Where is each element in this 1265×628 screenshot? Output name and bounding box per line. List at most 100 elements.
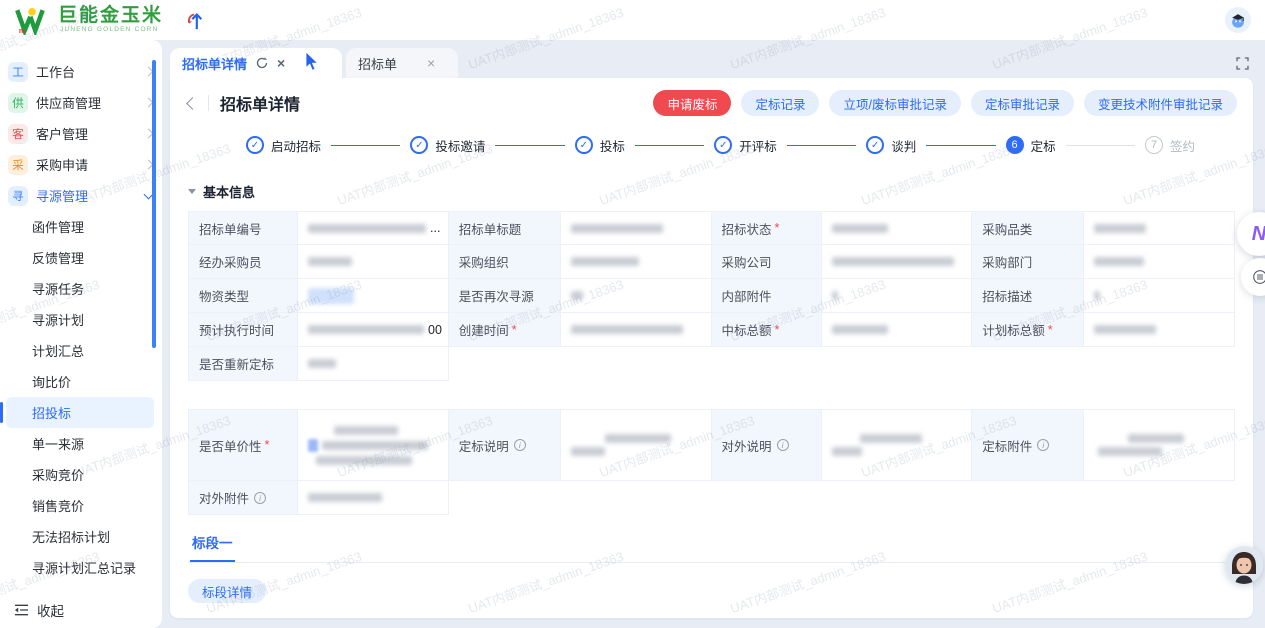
field-value-redacted [832, 222, 962, 235]
sidebar-item-单一来源[interactable]: 单一来源 [0, 428, 162, 459]
field-label: 招标单编号 [188, 211, 298, 245]
section-title: 定标明细-按行授标 [203, 615, 311, 618]
action-button-立项/废标审批记录[interactable]: 立项/废标审批记录 [829, 90, 960, 116]
field-label: 招标单标题 [449, 211, 561, 245]
sidebar-group-label: 寻源管理 [36, 186, 88, 205]
step-label: 定标 [1031, 136, 1056, 155]
value-line [832, 434, 962, 443]
sidebar-item-label: 单一来源 [32, 434, 84, 453]
field-value [1084, 409, 1235, 481]
fullscreen-icon[interactable] [1236, 57, 1249, 70]
required-asterisk: * [775, 323, 780, 337]
menu-badge-icon: 采 [8, 155, 28, 175]
tab-label: 招标单详情 [182, 54, 247, 73]
field-label-text: 招标状态 [722, 219, 772, 238]
sidebar-item-询比价[interactable]: 询比价 [0, 366, 162, 397]
sidebar-item-销售竞价[interactable]: 销售竞价 [0, 490, 162, 521]
redacted-blob [1128, 434, 1184, 443]
help-mascot-icon[interactable] [1225, 7, 1251, 33]
info-icon[interactable]: i [777, 439, 789, 451]
step-签约: 7签约 [1145, 136, 1195, 155]
field-value-redacted [832, 432, 962, 458]
award-detail-section-header[interactable]: 定标明细-按行授标 [188, 615, 1217, 618]
sidebar-item-寻源计划[interactable]: 寻源计划 [0, 304, 162, 335]
back-icon[interactable] [186, 97, 199, 110]
sidebar-item-招投标[interactable]: 招投标 [6, 397, 154, 428]
basic-info-section-header[interactable]: 基本信息 [188, 182, 1235, 201]
sidebar-group-客户管理[interactable]: 客客户管理 [0, 118, 162, 149]
user-avatar[interactable] [1225, 546, 1263, 584]
field-value-redacted [308, 424, 438, 467]
empty-cell [449, 481, 1235, 515]
sidebar-group-采购申请[interactable]: 采采购申请 [0, 149, 162, 180]
step-connector [331, 145, 400, 146]
redacted-blob [832, 257, 954, 266]
action-button-申请废标[interactable]: 申请废标 [653, 90, 731, 116]
sidebar-item-函件管理[interactable]: 函件管理 [0, 211, 162, 242]
sidebar-item-反馈管理[interactable]: 反馈管理 [0, 242, 162, 273]
detail-card: 招标单详情 申请废标定标记录立项/废标审批记录定标审批记录变更技术附件审批记录 … [170, 78, 1253, 618]
field-value-redacted [1094, 289, 1224, 302]
field-value-redacted [832, 323, 962, 336]
info-icon[interactable]: i [514, 439, 526, 451]
field-value-redacted [308, 255, 438, 268]
info-icon[interactable]: i [1037, 439, 1049, 451]
tab-招标单[interactable]: 招标单 × [346, 48, 458, 78]
field-value-redacted [571, 323, 701, 336]
field-label-text: 中标总额 [722, 320, 772, 339]
nav-arrow-icon[interactable] [185, 7, 205, 33]
value-line [308, 288, 438, 304]
sidebar-item-寻源计划汇总记录[interactable]: 寻源计划汇总记录 [0, 552, 162, 583]
sidebar-group-寻源管理[interactable]: 寻寻源管理 [0, 180, 162, 211]
page-title: 招标单详情 [220, 91, 300, 115]
lot-detail-button[interactable]: 标段详情 [188, 579, 266, 603]
step-label: 签约 [1170, 136, 1195, 155]
sidebar-group-工作台[interactable]: 工工作台 [0, 56, 162, 87]
redacted-blob [605, 434, 671, 443]
redacted-blob [316, 456, 412, 465]
step-定标: 6定标 [1006, 136, 1056, 155]
sidebar-scrollbar[interactable] [152, 60, 156, 348]
logo-subtitle: JUNENG GOLDEN CORN [58, 27, 163, 34]
sidebar-item-label: 寻源计划汇总记录 [32, 558, 136, 577]
redacted-blob [1098, 447, 1162, 456]
field-value-redacted [1094, 222, 1224, 235]
redacted-blob [860, 434, 922, 443]
menu-badge-icon: 工 [8, 62, 28, 82]
value-line [308, 257, 438, 266]
step-开评标: ✓开评标 [714, 136, 777, 155]
redacted-blob [308, 359, 336, 368]
tab-招标单详情[interactable]: 招标单详情 × [170, 48, 342, 78]
lot-tab[interactable]: 标段一 [190, 527, 235, 562]
field-label: 是否单价性* [188, 409, 298, 481]
value-line [571, 325, 701, 334]
divider [208, 95, 209, 111]
redacted-blob [571, 257, 639, 266]
info-icon[interactable]: i [254, 492, 266, 504]
action-button-定标审批记录[interactable]: 定标审批记录 [971, 90, 1074, 116]
sidebar-item-计划汇总[interactable]: 计划汇总 [0, 335, 162, 366]
sidebar-group-供应商管理[interactable]: 供供应商管理 [0, 87, 162, 118]
sidebar-item-label: 招投标 [32, 403, 71, 422]
sidebar-group-label: 客户管理 [36, 124, 88, 143]
action-button-变更技术附件审批记录[interactable]: 变更技术附件审批记录 [1084, 90, 1237, 116]
close-icon[interactable]: × [427, 56, 435, 70]
step-connector [787, 145, 856, 146]
menu-lines-icon [1253, 270, 1265, 284]
sidebar-item-寻源任务[interactable]: 寻源任务 [0, 273, 162, 304]
sidebar-item-采购竞价[interactable]: 采购竞价 [0, 459, 162, 490]
action-button-定标记录[interactable]: 定标记录 [741, 90, 819, 116]
field-label: 采购组织 [449, 245, 561, 279]
tab-label: 招标单 [358, 54, 397, 73]
field-value-redacted: 00 [308, 321, 438, 339]
sidebar-item-无法招标计划[interactable]: 无法招标计划 [0, 521, 162, 552]
field-value: ... [298, 211, 449, 245]
step-circle: ✓ [410, 136, 428, 154]
refresh-icon[interactable] [256, 57, 268, 69]
field-label: 经办采购员 [188, 245, 298, 279]
close-icon[interactable]: × [277, 56, 285, 70]
field-label: 预计执行时间 [188, 313, 298, 347]
sidebar-item-label: 询比价 [32, 372, 71, 391]
sidebar-collapse-button[interactable]: 收起 [0, 592, 162, 628]
field-label-text: 对外附件 [199, 488, 249, 507]
